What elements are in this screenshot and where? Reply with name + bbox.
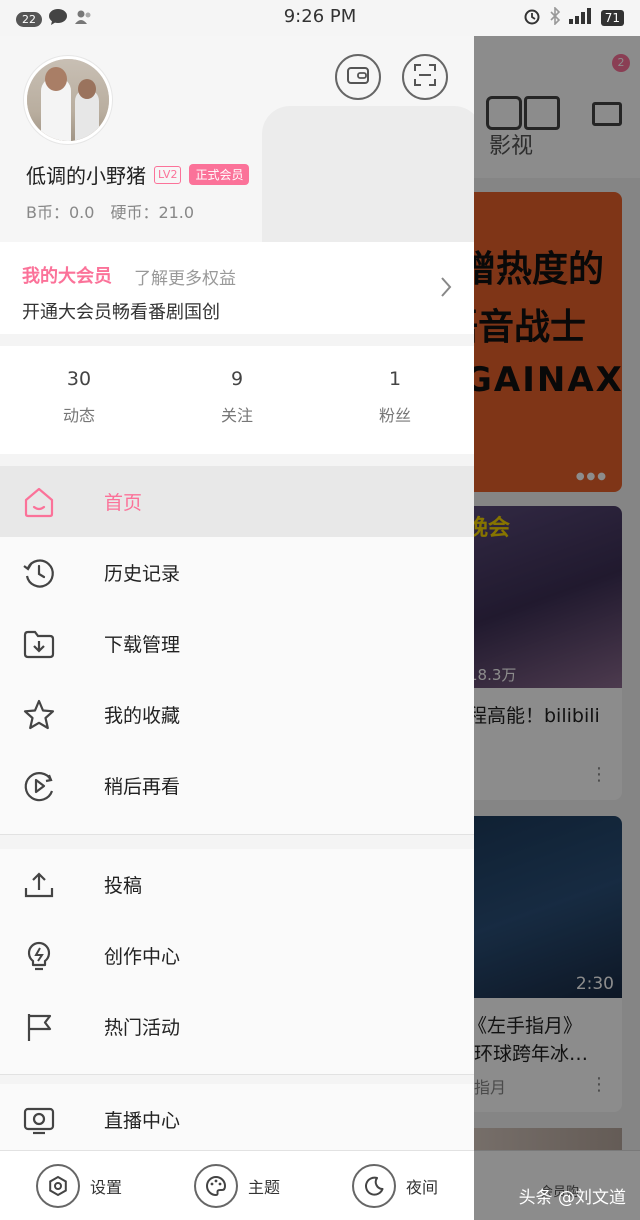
settings-label: 设置 [89,1177,122,1197]
drawer-scrim[interactable] [474,0,640,1220]
watch-later-icon [22,769,56,803]
theme-button[interactable]: 主题 [158,1151,316,1220]
menu-item-label: 首页 [104,492,143,514]
menu-item-upload[interactable]: 投稿 [0,849,474,920]
user-info[interactable]: 低调的小野猪 LV2 正式会员 [26,160,250,189]
night-mode-button[interactable]: 夜间 [316,1151,474,1220]
chevron-right-icon [440,276,452,302]
vip-membership-card[interactable]: 我的大会员 了解更多权益 开通大会员畅看番剧国创 [0,242,474,334]
theme-label: 主题 [247,1177,280,1197]
drawer-bottom-bar: 设置 主题 夜间 [0,1150,474,1220]
stat-followers[interactable]: 1 粉丝 [316,346,474,454]
avatar[interactable] [24,56,112,144]
signal-icon [568,8,593,28]
level-badge: LV2 [154,165,182,184]
night-moon-icon [351,1163,396,1208]
history-icon [22,556,56,590]
stat-following[interactable]: 9 关注 [158,346,316,454]
alarm-icon [523,7,541,29]
menu-live: 直播中心 [0,1084,474,1155]
wallet-icon [347,65,369,89]
coin-balance-value: 硬币：21.0 [110,203,195,222]
lightbulb-icon [22,939,56,973]
menu-divider [0,1074,474,1075]
menu-item-events[interactable]: 热门活动 [0,991,474,1062]
stat-label: 动态 [62,406,95,425]
upload-icon [22,868,56,902]
status-bar: 22 9:26 PM 71 [0,0,640,36]
wallet-button[interactable] [335,54,381,100]
flag-icon [22,1010,56,1044]
menu-item-creator-center[interactable]: 创作中心 [0,920,474,991]
menu-item-label: 热门活动 [104,1017,181,1039]
menu-item-label: 历史记录 [104,563,181,585]
live-tv-icon [22,1103,56,1137]
menu-divider [0,834,474,835]
avatar-head-1 [45,67,67,91]
menu-item-favorites[interactable]: 我的收藏 [0,679,474,750]
stat-label: 粉丝 [378,406,411,425]
menu-item-label: 稍后再看 [104,776,181,798]
menu-item-label: 直播中心 [104,1110,181,1132]
star-icon [22,698,56,732]
bluetooth-icon [549,6,561,29]
menu-item-live-center[interactable]: 直播中心 [0,1084,474,1155]
night-label: 夜间 [405,1177,438,1197]
username: 低调的小野猪 [26,164,146,188]
menu-item-downloads[interactable]: 下载管理 [0,608,474,679]
stat-value: 9 [230,368,244,390]
battery-indicator: 71 [600,10,624,26]
vip-card-subtitle: 开通大会员畅看番剧国创 [22,302,220,323]
vip-card-more: 了解更多权益 [134,269,236,289]
status-bar-right: 71 [523,6,624,29]
b-coin-balance: B币：0.0 [26,203,95,222]
scan-button[interactable] [402,54,448,100]
menu-item-label: 创作中心 [104,946,181,968]
stat-posts[interactable]: 30 动态 [0,346,158,454]
theme-palette-icon [193,1163,238,1208]
menu-item-home[interactable]: 首页 [0,466,474,537]
stat-value: 30 [66,368,92,390]
settings-icon [35,1163,80,1208]
home-icon [22,485,56,519]
stat-value: 1 [388,368,402,390]
profile-header: 低调的小野猪 LV2 正式会员 B币：0.0 硬币：21.0 [0,36,474,276]
avatar-head-2 [78,79,96,99]
menu-creation: 投稿 创作中心 热门活动 [0,849,474,1075]
navigation-drawer: 低调的小野猪 LV2 正式会员 B币：0.0 硬币：21.0 我的大会员 了解更… [0,36,474,1220]
menu-main: 首页 历史记录 下载管理 我的收藏 稍后再看 [0,466,474,835]
menu-item-label: 下载管理 [104,634,181,656]
menu-item-watch-later[interactable]: 稍后再看 [0,750,474,821]
vip-badge: 正式会员 [189,164,250,185]
menu-item-label: 我的收藏 [104,705,181,727]
menu-item-history[interactable]: 历史记录 [0,537,474,608]
scan-icon [414,64,436,90]
download-folder-icon [22,627,56,661]
menu-item-label: 投稿 [104,875,143,897]
stat-label: 关注 [220,406,253,425]
watermark: 头条 @刘文道 [518,1188,626,1208]
vip-card-title: 我的大会员 [22,266,112,287]
settings-button[interactable]: 设置 [0,1151,158,1220]
coin-balance: B币：0.0 硬币：21.0 [26,199,194,223]
user-stats: 30 动态 9 关注 1 粉丝 [0,346,474,454]
